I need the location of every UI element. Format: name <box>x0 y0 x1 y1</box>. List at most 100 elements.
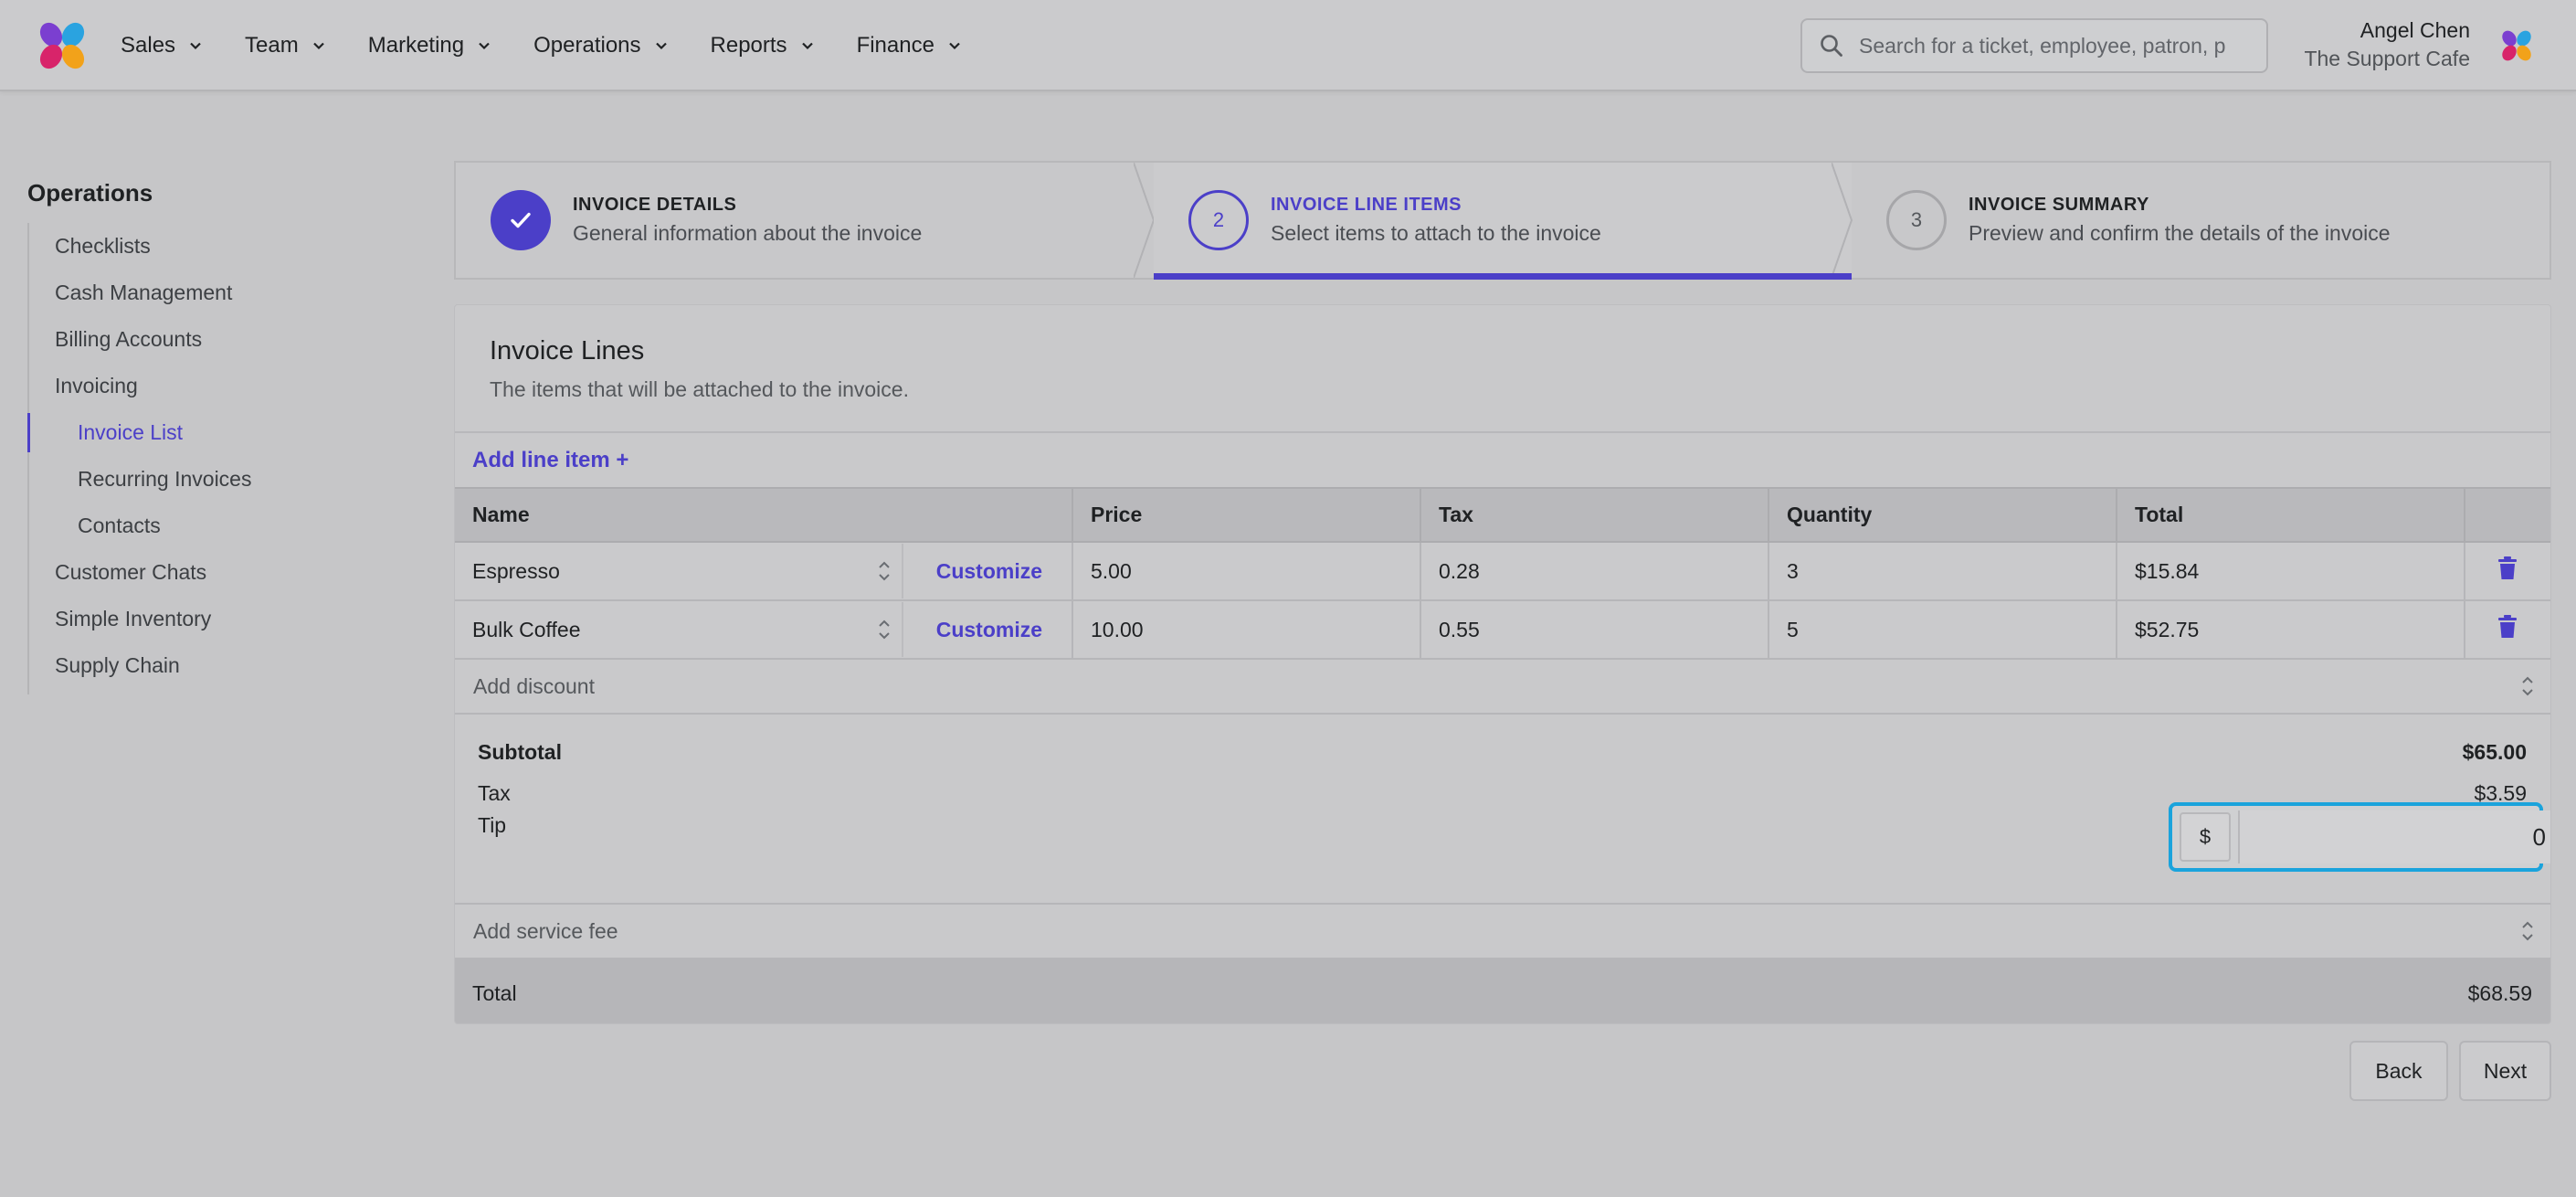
add-service-fee-select[interactable]: Add service fee <box>455 905 2550 959</box>
line-items-table: Name Price Tax Quantity Total Espresso C… <box>455 487 2550 660</box>
step-divider-icon <box>1832 163 1853 278</box>
step-invoice-line-items[interactable]: 2 INVOICE LINE ITEMS Select items to att… <box>1154 163 1853 280</box>
back-button[interactable]: Back <box>2349 1041 2448 1101</box>
app-logo-icon[interactable] <box>37 20 88 71</box>
tip-label: Tip <box>478 813 507 837</box>
nav-reports[interactable]: Reports <box>711 33 815 58</box>
totals-section: Subtotal $65.00 Tax $3.59 Tip $ <box>455 715 2550 905</box>
column-header-name: Name <box>455 487 1073 543</box>
name-cell: Bulk Coffee Customize <box>455 600 1073 660</box>
nav-finance[interactable]: Finance <box>857 33 962 58</box>
item-select[interactable]: Espresso <box>472 544 903 598</box>
card-header: Invoice Lines The items that will be att… <box>455 305 2550 433</box>
step-title: INVOICE SUMMARY <box>1969 195 2149 215</box>
tip-field[interactable]: $ <box>2169 802 2550 872</box>
select-updown-icon <box>879 620 890 640</box>
sidebar-item-billing-accounts[interactable]: Billing Accounts <box>29 316 393 363</box>
column-header-total: Total <box>2117 487 2465 543</box>
sidebar-item-contacts[interactable]: Contacts <box>29 503 393 549</box>
grand-total-value: $68.59 <box>2467 980 2532 1005</box>
card-title: Invoice Lines <box>490 336 645 365</box>
actions-cell <box>2465 542 2550 601</box>
nav-team[interactable]: Team <box>245 33 326 58</box>
sidebar-item-customer-chats[interactable]: Customer Chats <box>29 549 393 596</box>
item-name: Bulk Coffee <box>472 617 581 641</box>
step-description: Preview and confirm the details of the i… <box>1969 221 2391 245</box>
subtotal-row: Subtotal $65.00 <box>478 740 2527 765</box>
user-organization: The Support Cafe <box>2304 47 2470 70</box>
chevron-down-icon <box>190 42 201 50</box>
main-nav: Sales Team Marketing Operations Reports … <box>121 0 1004 91</box>
quantity-cell[interactable]: 5 <box>1768 600 2117 660</box>
nav-label: Marketing <box>367 33 465 58</box>
chevron-down-icon <box>479 42 490 50</box>
tax-label: Tax <box>478 781 511 805</box>
table-header-row: Name Price Tax Quantity Total <box>455 487 2550 543</box>
total-cell: $15.84 <box>2117 542 2465 601</box>
sidebar-title: Operations <box>27 179 153 207</box>
sidebar-item-cash-management[interactable]: Cash Management <box>29 270 393 316</box>
step-title: INVOICE DETAILS <box>573 195 737 215</box>
next-button[interactable]: Next <box>2459 1041 2551 1101</box>
grand-total-row: Total $68.59 <box>455 959 2550 1023</box>
grand-total-label: Total <box>472 980 517 1005</box>
customize-link[interactable]: Customize <box>936 559 1072 584</box>
search-input[interactable] <box>1859 33 2261 58</box>
customize-link[interactable]: Customize <box>936 618 1072 642</box>
step-description: Select items to attach to the invoice <box>1271 221 1601 245</box>
tip-input[interactable] <box>2238 810 2550 863</box>
column-header-price: Price <box>1072 487 1421 543</box>
invoice-lines-card: Invoice Lines The items that will be att… <box>454 304 2551 1024</box>
add-service-fee-label: Add service fee <box>473 918 618 943</box>
sidebar-item-invoicing[interactable]: Invoicing <box>29 363 393 409</box>
step-number-badge: 3 <box>1886 190 1947 250</box>
quantity-cell[interactable]: 3 <box>1768 542 2117 601</box>
progress-steps: INVOICE DETAILS General information abou… <box>454 161 2551 280</box>
column-header-tax: Tax <box>1420 487 1769 543</box>
nav-marketing[interactable]: Marketing <box>368 33 491 58</box>
nav-label: Reports <box>710 33 787 58</box>
card-subtitle: The items that will be attached to the i… <box>490 377 909 401</box>
step-divider-icon <box>1134 163 1156 278</box>
step-description: General information about the invoice <box>573 221 923 245</box>
currency-prefix: $ <box>2180 812 2231 862</box>
table-row: Espresso Customize 5.00 0.28 3 $15.84 <box>455 542 2550 601</box>
item-name: Espresso <box>472 558 560 583</box>
column-header-quantity: Quantity <box>1768 487 2117 543</box>
checkmark-icon <box>511 212 531 228</box>
add-discount-label: Add discount <box>473 673 595 698</box>
price-cell[interactable]: 10.00 <box>1072 600 1421 660</box>
tax-cell[interactable]: 0.55 <box>1420 600 1769 660</box>
sidebar-nav: Checklists Cash Management Billing Accou… <box>27 223 393 694</box>
trash-icon[interactable] <box>2497 615 2518 639</box>
select-updown-icon <box>2522 921 2533 941</box>
step-invoice-details[interactable]: INVOICE DETAILS General information abou… <box>456 163 1156 278</box>
sidebar-item-supply-chain[interactable]: Supply Chain <box>29 642 393 689</box>
table-row: Bulk Coffee Customize 10.00 0.55 5 $52.7… <box>455 600 2550 660</box>
item-select[interactable]: Bulk Coffee <box>472 602 903 657</box>
nav-operations[interactable]: Operations <box>533 33 668 58</box>
sidebar-item-invoice-list[interactable]: Invoice List <box>27 409 393 456</box>
nav-label: Team <box>245 33 299 58</box>
subtotal-value: $65.00 <box>2462 740 2527 764</box>
organization-logo-icon[interactable] <box>2500 29 2533 62</box>
price-cell[interactable]: 5.00 <box>1072 542 1421 601</box>
sidebar-item-checklists[interactable]: Checklists <box>29 223 393 270</box>
chevron-down-icon <box>312 42 324 50</box>
step-number-badge: 2 <box>1188 190 1249 250</box>
nav-label: Finance <box>856 33 934 58</box>
tax-cell[interactable]: 0.28 <box>1420 542 1769 601</box>
trash-icon[interactable] <box>2497 556 2518 580</box>
nav-label: Sales <box>121 33 176 58</box>
sidebar-item-recurring-invoices[interactable]: Recurring Invoices <box>29 456 393 503</box>
select-updown-icon <box>2522 676 2533 696</box>
sidebar-item-simple-inventory[interactable]: Simple Inventory <box>29 596 393 642</box>
step-invoice-summary[interactable]: 3 INVOICE SUMMARY Preview and confirm th… <box>1852 163 2550 278</box>
add-line-item-button[interactable]: Add line item + <box>455 433 2550 487</box>
add-discount-select[interactable]: Add discount <box>455 660 2550 715</box>
nav-sales[interactable]: Sales <box>121 33 203 58</box>
total-cell: $52.75 <box>2117 600 2465 660</box>
user-menu[interactable]: Angel Chen The Support Cafe <box>2304 16 2470 73</box>
global-search[interactable] <box>1800 18 2268 73</box>
top-navigation-bar: Sales Team Marketing Operations Reports … <box>0 0 2576 91</box>
